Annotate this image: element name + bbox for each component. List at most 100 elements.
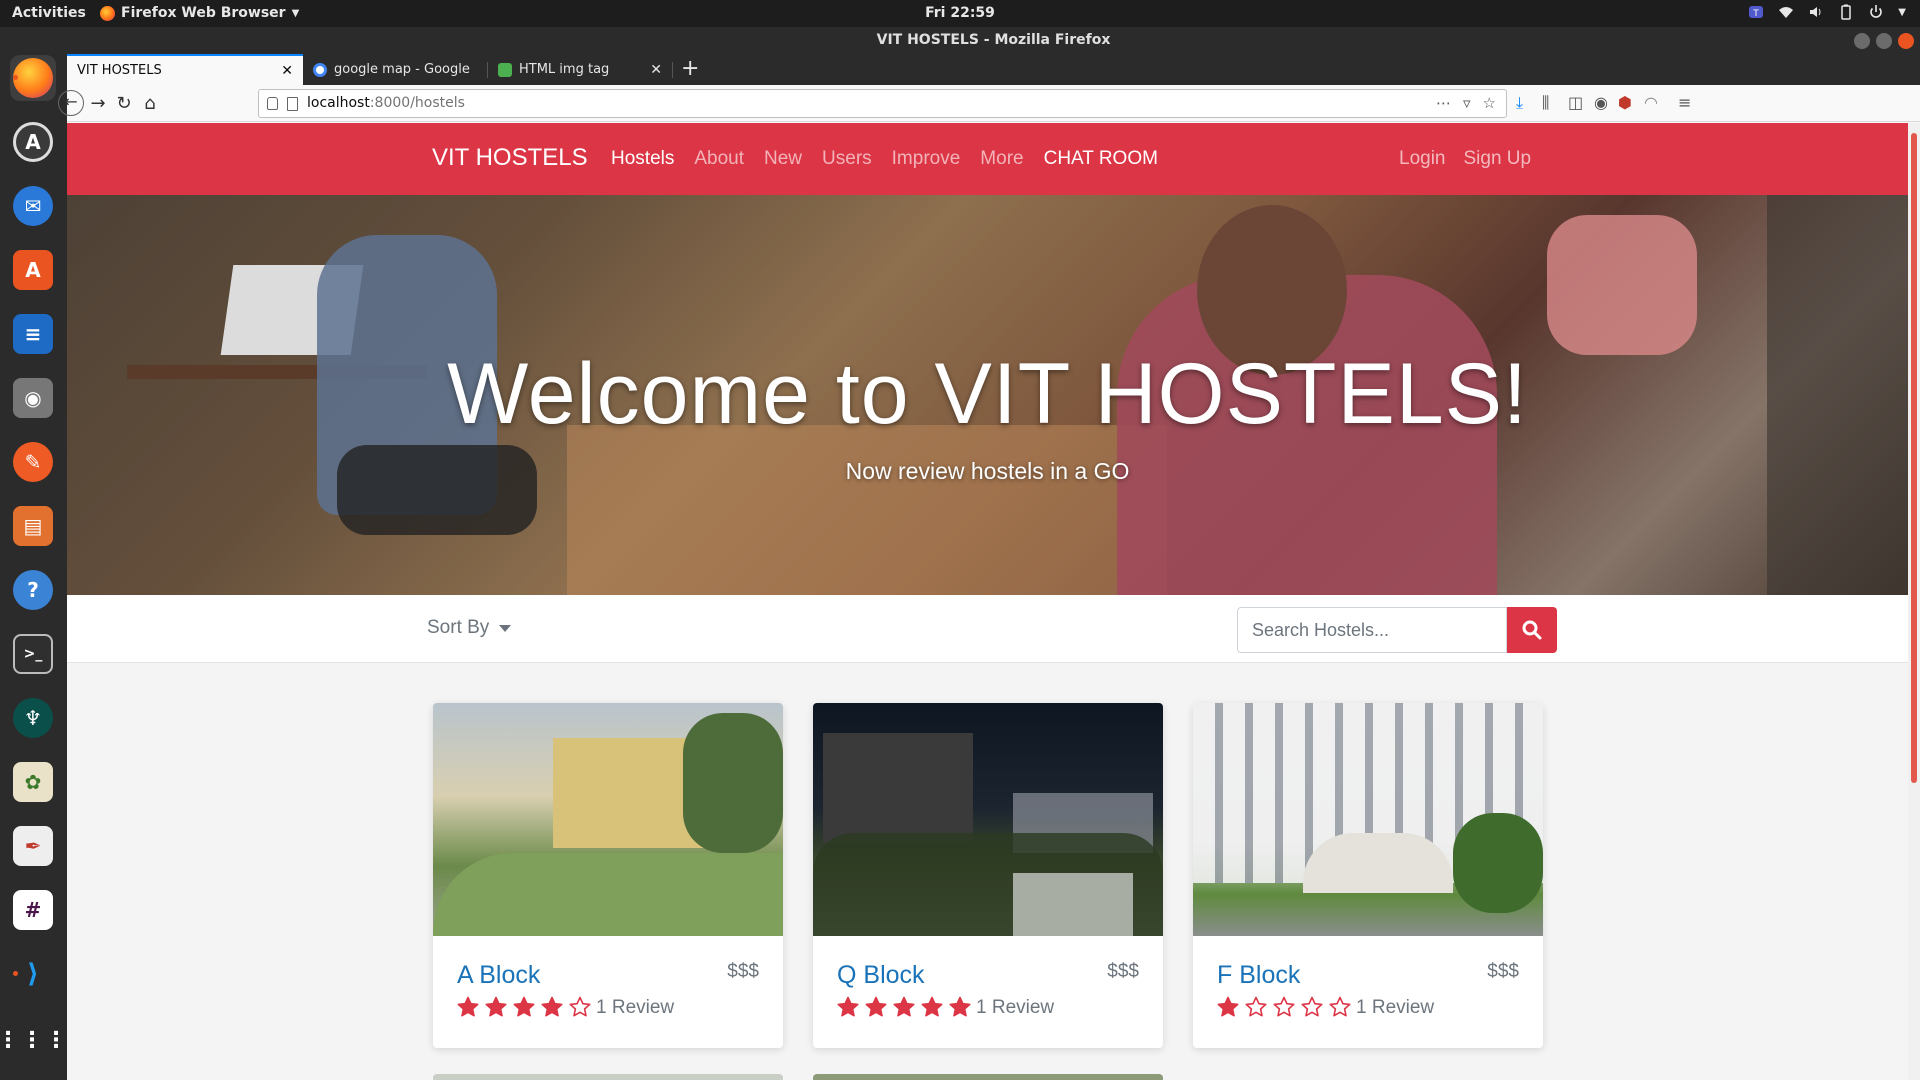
maximize-button[interactable] [1876, 33, 1892, 49]
dock-files[interactable]: ▤ [10, 503, 56, 549]
running-indicator [13, 75, 18, 80]
hostel-card-q-block: Q Block $$$ 1 Review [813, 703, 1163, 1048]
activities-button[interactable]: Activities [12, 5, 86, 21]
hostel-card-a-block: A Block $$$ 1 Review [433, 703, 783, 1048]
hero-title: Welcome to VIT HOSTELS! [447, 346, 1528, 442]
volume-icon [1810, 7, 1821, 17]
pocket-icon[interactable]: ▿ [1463, 90, 1471, 117]
search-hostels-input[interactable] [1237, 607, 1507, 653]
page-scrollbar[interactable] [1908, 123, 1920, 1080]
hostel-name[interactable]: A Block [457, 961, 540, 990]
hostel-name[interactable]: F Block [1217, 961, 1300, 990]
vscode-icon: ⟩ [13, 954, 53, 994]
bookmark-star-icon[interactable]: ☆ [1483, 90, 1496, 117]
home-button[interactable]: ⌂ [138, 92, 162, 116]
review-count[interactable]: 1 Review [976, 997, 1054, 1019]
account-icon[interactable]: ◉ [1594, 93, 1608, 112]
hero-photo-person-back [1547, 215, 1697, 355]
auth-links: Login Sign Up [1399, 148, 1531, 170]
dock-software-updater[interactable]: A [10, 119, 56, 165]
dock-help[interactable]: ? [10, 567, 56, 613]
review-count[interactable]: 1 Review [596, 997, 674, 1019]
window-title: VIT HOSTELS - Mozilla Firefox [876, 32, 1111, 48]
nav-improve[interactable]: Improve [892, 148, 961, 170]
hostel-card-f-block: F Block $$$ 1 Review [1193, 703, 1543, 1048]
reload-button[interactable]: ↻ [112, 92, 136, 116]
hostel-photo[interactable] [1193, 703, 1543, 936]
nav-chat-room[interactable]: CHAT ROOM [1044, 148, 1158, 170]
dock-terminal[interactable]: >_ [10, 631, 56, 677]
dock-postman[interactable]: ✎ [10, 439, 56, 485]
filter-bar: Sort By [67, 595, 1908, 663]
dock-image-viewer[interactable]: ✿ [10, 759, 56, 805]
downloads-icon[interactable]: ⤓ [1516, 93, 1523, 113]
dock-firefox[interactable] [10, 55, 56, 101]
dock-camera[interactable]: ◉ [10, 375, 56, 421]
shield-icon[interactable] [267, 97, 278, 110]
system-tray[interactable]: T ▼ [1748, 4, 1906, 20]
hostel-card-peek [433, 1074, 783, 1080]
tree-shape [683, 713, 783, 853]
star-empty-icon [1301, 996, 1323, 1017]
chevron-down-icon[interactable]: ▼ [1898, 7, 1906, 18]
address-bar[interactable]: localhost:8000/hostels ⋯ ▿ ☆ [258, 89, 1507, 118]
dock-slack[interactable]: # [10, 887, 56, 933]
scrollbar-thumb[interactable] [1911, 133, 1917, 783]
hostel-photo[interactable] [433, 703, 783, 936]
menu-icon[interactable]: ≡ [1678, 93, 1691, 112]
nav-new[interactable]: New [764, 148, 802, 170]
close-tab-icon[interactable]: ✕ [281, 63, 293, 79]
hostel-name[interactable]: Q Block [837, 961, 925, 990]
hostel-photo[interactable] [813, 703, 1163, 936]
nav-hostels[interactable]: Hostels [611, 148, 674, 170]
adblock-icon[interactable]: ⬢ [1618, 93, 1632, 112]
nav-users[interactable]: Users [822, 148, 872, 170]
page-actions-icon[interactable]: ⋯ [1436, 90, 1451, 117]
app-menu[interactable]: Firefox Web Browser ▼ [100, 5, 299, 21]
dock-software-center[interactable]: A [10, 247, 56, 293]
teams-icon[interactable]: T [1748, 4, 1764, 20]
power-icon[interactable] [1868, 4, 1884, 20]
extension-icon[interactable]: ◠ [1644, 93, 1658, 112]
search-button[interactable] [1507, 607, 1557, 653]
nav-more[interactable]: More [980, 148, 1023, 170]
star-empty-icon [569, 996, 591, 1017]
signup-link[interactable]: Sign Up [1464, 148, 1532, 170]
w3schools-icon [498, 62, 512, 77]
library-icon[interactable]: ⫼ [1542, 93, 1549, 113]
chevron-down-icon: ▼ [291, 7, 300, 19]
url-text[interactable]: localhost:8000/hostels [307, 90, 465, 117]
tab-label: google map - Google Sea [334, 62, 471, 77]
mail-icon: ✉ [13, 186, 53, 226]
dock-vscode[interactable]: ⟩ [10, 951, 56, 997]
tab-vit-hostels[interactable]: VIT HOSTELS ✕ [67, 54, 303, 85]
dock-gitkraken[interactable]: ♆ [10, 695, 56, 741]
close-tab-icon[interactable]: ✕ [650, 62, 662, 78]
updater-icon: A [13, 122, 53, 162]
back-button[interactable]: ← [58, 90, 84, 116]
window-titlebar[interactable]: VIT HOSTELS - Mozilla Firefox [67, 27, 1920, 54]
forward-button[interactable]: → [86, 92, 110, 116]
sidebar-icon[interactable]: ◫ [1568, 93, 1583, 112]
close-window-button[interactable] [1898, 33, 1914, 49]
page-info-icon[interactable] [287, 97, 298, 111]
software-center-icon: A [13, 250, 53, 290]
document-icon: ≡ [13, 314, 53, 354]
new-tab-button[interactable]: + [681, 57, 699, 81]
tab-google-map[interactable]: google map - Google Sea [303, 54, 487, 85]
sort-by-dropdown[interactable]: Sort By [427, 617, 512, 639]
window-controls [1854, 33, 1914, 49]
tab-strip: VIT HOSTELS ✕ google map - Google Sea HT… [67, 54, 1920, 85]
star-rating [457, 996, 591, 1018]
pdf-icon: ✒ [13, 826, 53, 866]
tab-html-img[interactable]: HTML img tag ✕ [488, 54, 672, 85]
login-link[interactable]: Login [1399, 148, 1446, 170]
show-applications-button[interactable]: ⋮⋮⋮ [0, 1017, 67, 1063]
dock-document-viewer[interactable]: ✒ [10, 823, 56, 869]
dock-writer[interactable]: ≡ [10, 311, 56, 357]
site-brand[interactable]: VIT HOSTELS [432, 144, 588, 172]
review-count[interactable]: 1 Review [1356, 997, 1434, 1019]
nav-about[interactable]: About [694, 148, 744, 170]
dock-thunderbird[interactable]: ✉ [10, 183, 56, 229]
minimize-button[interactable] [1854, 33, 1870, 49]
